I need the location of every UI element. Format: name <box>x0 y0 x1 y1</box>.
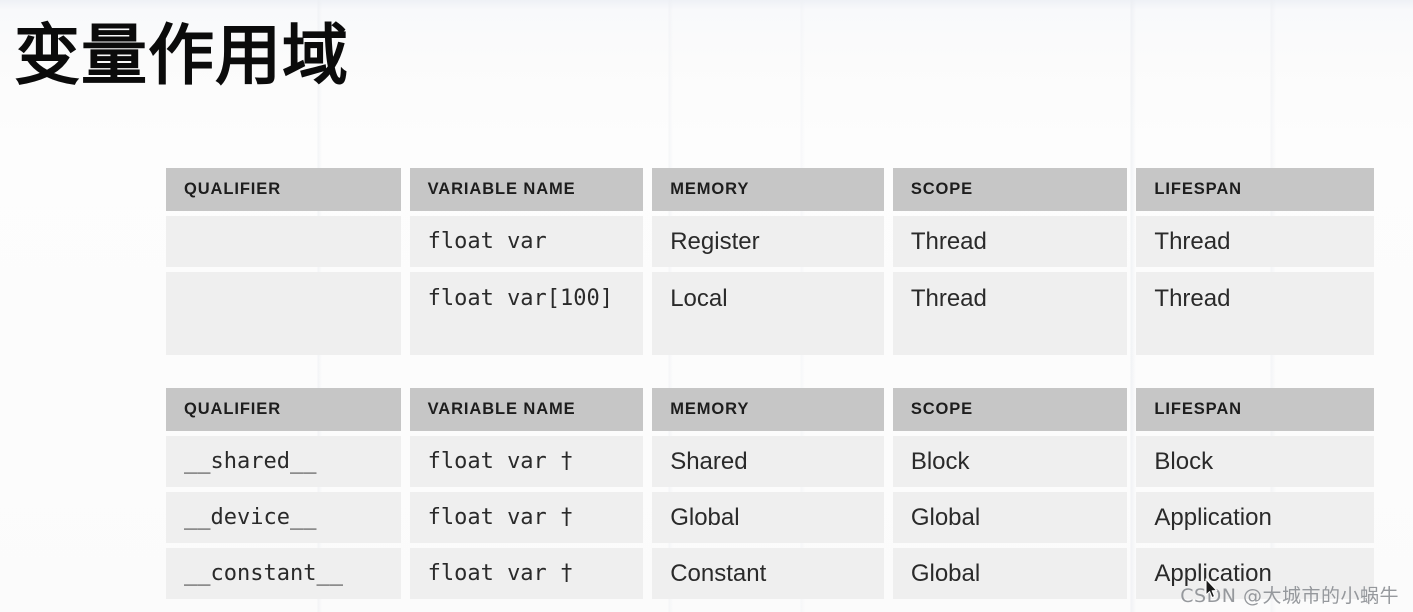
cell-memory: Register <box>652 216 884 267</box>
column-header-scope: SCOPE <box>892 388 1128 431</box>
cell-scope: Global <box>892 548 1128 599</box>
table-header-row: QUALIFIER VARIABLE NAME MEMORY SCOPE LIF… <box>166 168 1374 211</box>
table-row: float var[100] Local Thread Thread <box>166 272 1374 355</box>
table-automatic-variables: QUALIFIER VARIABLE NAME MEMORY SCOPE LIF… <box>166 168 1374 355</box>
column-header-qualifier: QUALIFIER <box>166 388 401 431</box>
cell-variable-name: float var † <box>409 492 644 543</box>
cell-scope: Block <box>892 436 1128 487</box>
cell-memory: Shared <box>652 436 884 487</box>
column-header-variable-name: VARIABLE NAME <box>409 168 644 211</box>
column-header-lifespan: LIFESPAN <box>1136 168 1374 211</box>
cell-lifespan: Thread <box>1136 272 1374 355</box>
cell-variable-name: float var † <box>409 548 644 599</box>
column-header-scope: SCOPE <box>892 168 1128 211</box>
cell-memory: Global <box>652 492 884 543</box>
cell-memory: Constant <box>652 548 884 599</box>
cell-variable-name: float var † <box>409 436 644 487</box>
cell-variable-name: float var <box>409 216 644 267</box>
cell-lifespan: Thread <box>1136 216 1374 267</box>
cell-qualifier <box>166 216 401 267</box>
table-qualified-variables: QUALIFIER VARIABLE NAME MEMORY SCOPE LIF… <box>166 388 1374 599</box>
table-row: float var Register Thread Thread <box>166 216 1374 267</box>
column-header-memory: MEMORY <box>652 168 884 211</box>
cell-qualifier <box>166 272 401 355</box>
csdn-watermark: CSDN @大城市的小蜗牛 <box>1180 585 1399 607</box>
cell-qualifier: __device__ <box>166 492 401 543</box>
page-title: 变量作用域 <box>14 17 349 94</box>
column-header-qualifier: QUALIFIER <box>166 168 401 211</box>
cell-variable-name: float var[100] <box>409 272 644 355</box>
cell-lifespan: Application <box>1136 492 1374 543</box>
column-header-memory: MEMORY <box>652 388 884 431</box>
cell-scope: Thread <box>892 216 1128 267</box>
cell-scope: Thread <box>892 272 1128 355</box>
table-row: __device__ float var † Global Global App… <box>166 492 1374 543</box>
table-row: __shared__ float var † Shared Block Bloc… <box>166 436 1374 487</box>
column-header-variable-name: VARIABLE NAME <box>409 388 644 431</box>
cell-memory: Local <box>652 272 884 355</box>
cell-qualifier: __shared__ <box>166 436 401 487</box>
table-header-row: QUALIFIER VARIABLE NAME MEMORY SCOPE LIF… <box>166 388 1374 431</box>
cell-scope: Global <box>892 492 1128 543</box>
cell-qualifier: __constant__ <box>166 548 401 599</box>
column-header-lifespan: LIFESPAN <box>1136 388 1374 431</box>
cell-lifespan: Block <box>1136 436 1374 487</box>
